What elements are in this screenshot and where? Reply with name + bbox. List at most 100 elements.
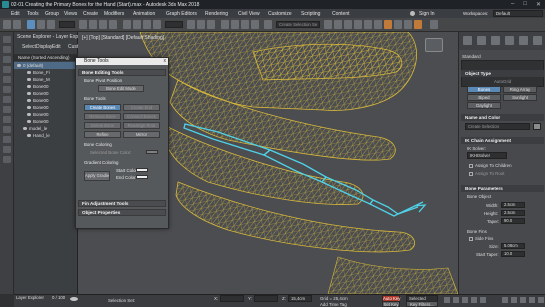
- start-color-swatch[interactable]: [136, 168, 148, 172]
- orbit-icon[interactable]: [529, 297, 535, 303]
- scene-row[interactable]: Bone00: [14, 83, 78, 90]
- viewport-label[interactable]: [+] [Top] [Standard] [Default Shading]: [82, 35, 164, 41]
- category-select[interactable]: Standard: [462, 54, 481, 59]
- scene-menu-select[interactable]: Select: [22, 44, 36, 50]
- menu-modifiers[interactable]: Modifiers: [104, 11, 124, 17]
- schematic-view-icon[interactable]: [374, 20, 382, 29]
- display-cameras-icon[interactable]: [3, 106, 11, 113]
- bones-button[interactable]: Bones: [467, 86, 501, 93]
- menu-customize[interactable]: Customize: [268, 11, 292, 17]
- menu-create[interactable]: Create: [83, 11, 98, 17]
- object-type-rollout[interactable]: Object Type: [461, 70, 544, 77]
- display-shapes-icon[interactable]: [3, 86, 11, 93]
- height-spinner[interactable]: 2.5cm: [501, 210, 525, 216]
- redo-icon[interactable]: [13, 20, 21, 29]
- workspaces-select[interactable]: Default: [493, 10, 543, 17]
- maximize-viewport-icon[interactable]: [538, 297, 544, 303]
- scene-row[interactable]: Bone00: [14, 118, 78, 125]
- name-and-color-rollout[interactable]: Name and Color: [461, 114, 544, 121]
- bone-editing-tools-rollout[interactable]: Bone Editing Tools: [78, 69, 166, 76]
- autogrid-checkbox[interactable]: AutoGrid: [494, 79, 511, 84]
- modify-tab-icon[interactable]: [477, 36, 486, 45]
- display-geometry-icon[interactable]: [3, 76, 11, 83]
- x-coord-field[interactable]: [220, 295, 244, 302]
- lock-selection-icon[interactable]: [70, 297, 78, 301]
- bone-tools-title[interactable]: Bone Tools: [76, 58, 168, 65]
- maxscript-mini-listener[interactable]: [0, 294, 14, 307]
- y-coord-field[interactable]: [254, 295, 278, 302]
- move-icon[interactable]: [123, 20, 131, 29]
- motion-tab-icon[interactable]: [505, 36, 514, 45]
- play-icon[interactable]: [462, 297, 468, 303]
- utilities-tab-icon[interactable]: [533, 36, 542, 45]
- menu-content[interactable]: Content: [332, 11, 350, 17]
- apply-gradient-button[interactable]: Apply Gradient: [84, 171, 110, 181]
- display-none-icon[interactable]: [3, 46, 11, 53]
- scene-row[interactable]: Bone_Fi: [14, 69, 78, 76]
- close-icon[interactable]: ✕: [536, 1, 541, 8]
- object-name-input[interactable]: Create Selection: [465, 123, 530, 130]
- display-helpers-icon[interactable]: [3, 116, 11, 123]
- hierarchy-tab-icon[interactable]: [491, 36, 500, 45]
- spinner-snap-icon[interactable]: [251, 20, 259, 29]
- fin-size-spinner[interactable]: 5.08cm: [501, 243, 525, 249]
- width-spinner[interactable]: 2.5cm: [501, 202, 525, 208]
- eye-icon[interactable]: [27, 113, 31, 117]
- scene-row[interactable]: model_le: [14, 125, 78, 132]
- percent-snap-icon[interactable]: [241, 20, 249, 29]
- zoom-all-icon[interactable]: [511, 297, 517, 303]
- menu-views[interactable]: Views: [64, 11, 77, 17]
- menu-graph-editors[interactable]: Graph Editors: [166, 11, 197, 17]
- connect-bones-button[interactable]: Connect Bones: [123, 113, 160, 120]
- key-filters-button[interactable]: Key Filters...: [406, 301, 438, 307]
- eye-icon[interactable]: [27, 92, 31, 96]
- minimize-icon[interactable]: –: [511, 1, 514, 8]
- undo-icon[interactable]: [3, 20, 11, 29]
- mirror-icon[interactable]: [324, 20, 332, 29]
- rendered-frame-window-icon[interactable]: [404, 20, 412, 29]
- object-properties-rollout[interactable]: Object Properties: [78, 209, 166, 216]
- eye-icon[interactable]: [27, 99, 31, 103]
- display-lights-icon[interactable]: [3, 96, 11, 103]
- selected-bone-color-swatch[interactable]: [146, 150, 158, 154]
- placement-icon[interactable]: [153, 20, 161, 29]
- eye-icon[interactable]: [23, 127, 27, 131]
- edit-named-selection-icon[interactable]: [264, 20, 272, 29]
- create-bones-button[interactable]: Create Bones: [84, 104, 121, 111]
- bind-space-warp-icon[interactable]: [47, 20, 55, 29]
- menu-rendering[interactable]: Rendering: [205, 11, 228, 17]
- display-space-warps-icon[interactable]: [3, 126, 11, 133]
- rectangular-selection-icon[interactable]: [99, 20, 107, 29]
- ring-array-button[interactable]: Ring Array: [503, 86, 537, 93]
- scene-column-header[interactable]: Name (Sorted Ascending): [14, 54, 78, 61]
- eye-icon[interactable]: [27, 85, 31, 89]
- go-to-start-icon[interactable]: [444, 297, 450, 303]
- menu-edit[interactable]: Edit: [11, 11, 20, 17]
- invert-display-icon[interactable]: [3, 66, 11, 73]
- assign-to-children-checkbox[interactable]: Assign To Children: [469, 163, 512, 168]
- biped-button[interactable]: Biped: [467, 94, 501, 101]
- set-key-button[interactable]: Set Key: [382, 301, 400, 307]
- bone-parameters-rollout[interactable]: Bone Parameters: [461, 185, 544, 192]
- fin-adjustment-rollout[interactable]: Fin Adjustment Tools: [78, 200, 166, 207]
- taper-spinner[interactable]: 90.0: [501, 218, 525, 224]
- display-bones-icon[interactable]: [3, 146, 11, 153]
- scene-menu-edit[interactable]: Edit: [52, 44, 61, 50]
- keyboard-shortcut-icon[interactable]: [207, 20, 215, 29]
- select-object-icon[interactable]: [79, 20, 87, 29]
- add-time-tag-button[interactable]: Add Time Tag: [320, 302, 347, 307]
- reassign-root-button[interactable]: Reassign Root: [123, 122, 160, 129]
- object-color-swatch[interactable]: [533, 123, 541, 130]
- next-frame-icon[interactable]: [471, 297, 477, 303]
- start-taper-spinner[interactable]: 10.0: [501, 251, 525, 257]
- selection-filter-select[interactable]: [59, 21, 75, 28]
- go-to-end-icon[interactable]: [480, 297, 486, 303]
- pivot-center-icon[interactable]: [187, 20, 195, 29]
- eye-icon[interactable]: [17, 64, 21, 68]
- remove-bone-button[interactable]: Remove Bone: [84, 113, 121, 120]
- ik-chain-rollout[interactable]: IK Chain Assignment: [461, 137, 544, 144]
- sunlight-button[interactable]: Sunlight: [503, 94, 537, 101]
- unlink-icon[interactable]: [37, 20, 45, 29]
- scene-menu-display[interactable]: Display: [36, 44, 52, 50]
- scene-row[interactable]: Hand_le: [14, 132, 78, 139]
